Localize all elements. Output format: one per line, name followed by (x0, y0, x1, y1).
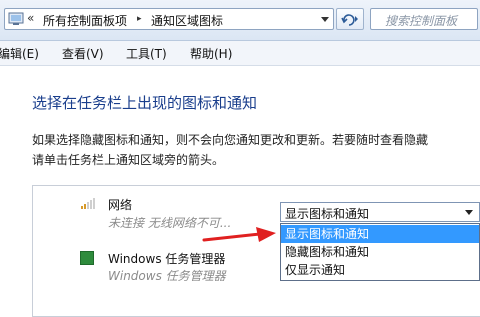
menu-bar: 编辑(E) 查看(V) 工具(T) 帮助(H) (0, 41, 480, 66)
menu-edit[interactable]: 编辑(E) (0, 45, 39, 62)
control-panel-icon (8, 12, 24, 25)
option-only-show-notifications[interactable]: 仅显示通知 (281, 261, 479, 279)
refresh-button[interactable] (336, 8, 364, 30)
behavior-select[interactable]: 显示图标和通知 (280, 202, 480, 222)
item-name-network: 网络 (108, 198, 133, 212)
page-title: 选择在任务栏上出现的图标和通知 (32, 94, 258, 112)
refresh-icon (341, 14, 358, 26)
breadcrumb-item-notification-icons[interactable]: 通知区域图标 (151, 12, 223, 29)
breadcrumb-separator-icon[interactable]: ▸ (137, 14, 142, 24)
option-show-icon-and-notifications[interactable]: 显示图标和通知 (281, 225, 479, 243)
back-chevron-icon[interactable]: « (27, 11, 34, 25)
breadcrumb-item-all-control-panel[interactable]: 所有控制面板项 (43, 12, 127, 29)
behavior-dropdown-list: 显示图标和通知 隐藏图标和通知 仅显示通知 (280, 223, 480, 281)
task-manager-icon (80, 251, 94, 265)
network-signal-icon (81, 198, 95, 209)
menu-help[interactable]: 帮助(H) (190, 45, 232, 62)
menu-view[interactable]: 查看(V) (62, 45, 104, 62)
description-line-2: 请单击任务栏上通知区域旁的箭头。 (32, 153, 225, 167)
behavior-select-value: 显示图标和通知 (285, 207, 370, 221)
page-description: 如果选择隐藏图标和通知，则不会向您通知更改和更新。若要随时查看隐藏 请单击任务栏… (32, 130, 428, 170)
breadcrumb[interactable]: « 所有控制面板项 ▸ 通知区域图标 (4, 8, 334, 30)
chevron-down-icon[interactable] (465, 210, 473, 215)
item-subtitle-task-manager: Windows 任务管理器 (108, 269, 226, 283)
description-line-1: 如果选择隐藏图标和通知，则不会向您通知更改和更新。若要随时查看隐藏 (32, 133, 429, 147)
red-arrow-annotation-icon (202, 227, 276, 242)
option-hide-icon-and-notifications[interactable]: 隐藏图标和通知 (281, 243, 479, 261)
search-placeholder: 搜索控制面板 (385, 14, 458, 28)
search-input[interactable]: 搜索控制面板 (370, 8, 478, 30)
address-toolbar: « 所有控制面板项 ▸ 通知区域图标 搜索控制面板 (0, 0, 480, 41)
item-name-task-manager: Windows 任务管理器 (108, 252, 226, 266)
address-dropdown-icon[interactable] (321, 17, 329, 22)
menu-tools[interactable]: 工具(T) (126, 45, 167, 62)
